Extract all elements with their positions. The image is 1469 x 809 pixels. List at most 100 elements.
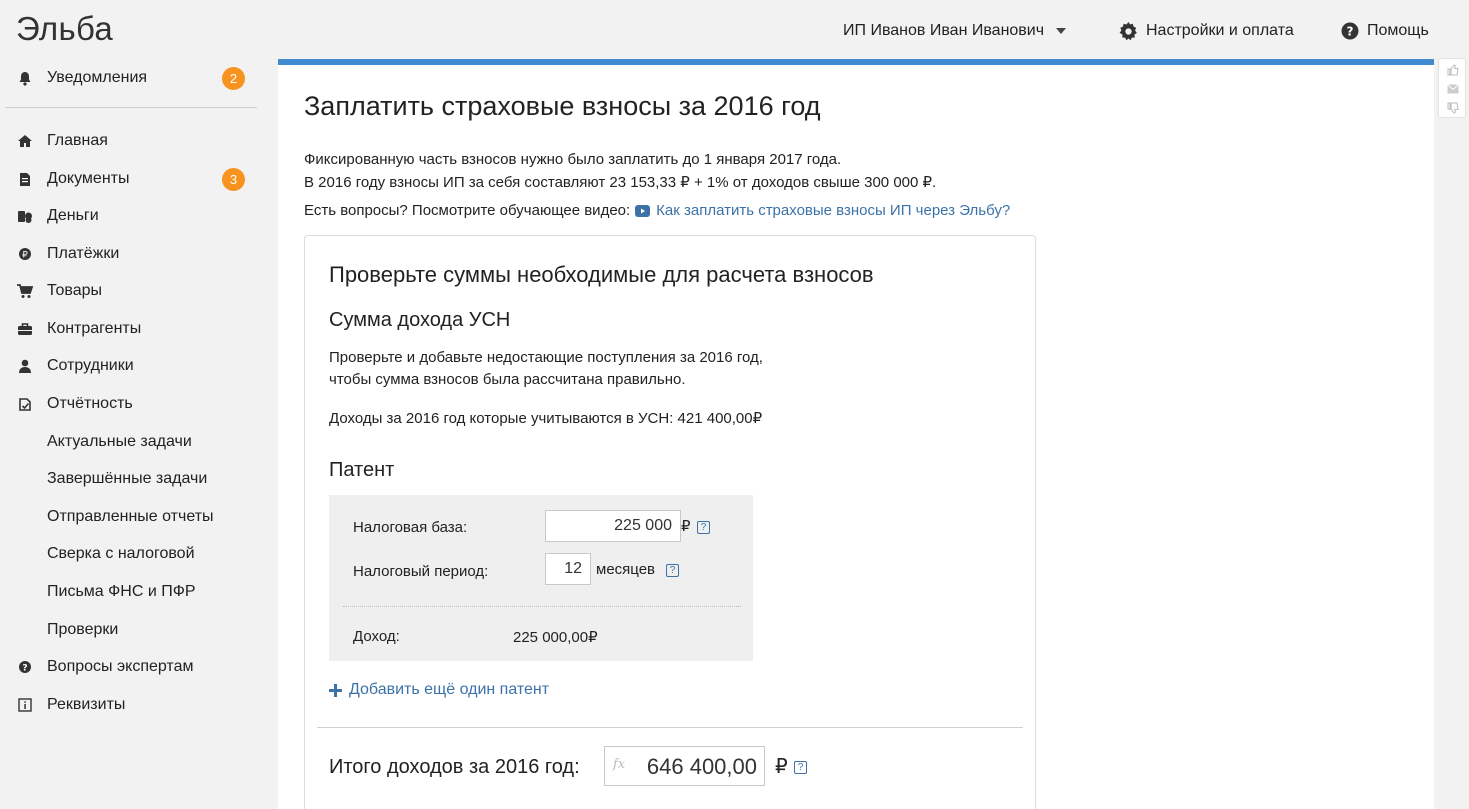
report-icon xyxy=(17,396,33,412)
sidebar-item-label: Письма ФНС и ПФР xyxy=(47,583,196,600)
sidebar-divider xyxy=(5,107,257,108)
total-income-field[interactable]: fx 646 400,00 xyxy=(604,746,765,786)
settings-button[interactable]: Настройки и оплата xyxy=(1119,18,1294,44)
sidebar-subitem-inspections[interactable]: Проверки xyxy=(0,615,278,645)
months-label: месяцев xyxy=(596,561,656,578)
sidebar-item-label: Отчётность xyxy=(47,395,133,412)
sidebar-item-label: Главная xyxy=(47,132,108,149)
total-divider xyxy=(317,727,1023,728)
sidebar-subitem-current-tasks[interactable]: Актуальные задачи xyxy=(0,427,278,457)
sidebar-item-label: Вопросы экспертам xyxy=(47,658,194,675)
usn-section-title: Сумма дохода УСН xyxy=(329,309,511,331)
panel-title: Проверьте суммы необходимые для расчета … xyxy=(329,262,874,287)
sidebar-item-requisites[interactable]: Реквизиты xyxy=(0,690,278,720)
sidebar-item-label: Документы xyxy=(47,170,130,187)
sidebar-item-label: Актуальные задачи xyxy=(47,433,192,450)
patent-divider xyxy=(343,606,741,607)
video-link-text: Как заплатить страховые взносы ИП через … xyxy=(656,202,1011,219)
patent-section-title: Патент xyxy=(329,459,395,481)
info-icon xyxy=(17,697,33,713)
question-icon: ? xyxy=(17,659,33,675)
briefcase-icon xyxy=(17,321,33,337)
documents-badge: 3 xyxy=(222,167,245,191)
sidebar-item-reports[interactable]: Отчётность xyxy=(0,389,278,419)
payment-icon: ₽ xyxy=(17,246,33,262)
tax-period-label: Налоговый период: xyxy=(353,563,489,580)
chevron-down-icon xyxy=(1056,28,1067,34)
sidebar-item-goods[interactable]: Товары xyxy=(0,276,278,306)
sidebar-subitem-completed-tasks[interactable]: Завершённые задачи xyxy=(0,464,278,494)
add-patent-button[interactable]: Добавить ещё один патент xyxy=(329,681,549,699)
user-name: ИП Иванов Иван Иванович xyxy=(843,22,1045,39)
sidebar-item-label: Сверка с налоговой xyxy=(47,545,195,562)
plus-icon xyxy=(329,683,342,697)
add-patent-label: Добавить ещё один патент xyxy=(349,681,550,698)
sidebar-item-contractors[interactable]: Контрагенты xyxy=(0,314,278,344)
settings-label: Настройки и оплата xyxy=(1146,22,1294,39)
tax-base-currency: ₽ xyxy=(681,518,691,535)
main-content: Заплатить страховые взносы за 2016 год Ф… xyxy=(278,59,1434,809)
notification-badge: 2 xyxy=(222,66,245,90)
sidebar-item-money[interactable]: Деньги xyxy=(0,201,278,231)
sidebar-item-employees[interactable]: Сотрудники xyxy=(0,351,278,381)
money-icon xyxy=(17,208,33,224)
help-button[interactable]: ? Помощь xyxy=(1341,18,1429,44)
thumbs-up-icon[interactable] xyxy=(1446,64,1459,76)
help-label: Помощь xyxy=(1367,22,1429,39)
tax-base-input[interactable]: 225 000 xyxy=(545,510,681,542)
home-icon xyxy=(17,133,33,149)
svg-text:₽: ₽ xyxy=(22,251,28,261)
sidebar-item-label: Контрагенты xyxy=(47,320,142,337)
bell-icon xyxy=(17,70,33,86)
sidebar-item-notifications[interactable]: Уведомления 2 xyxy=(0,63,278,93)
person-icon xyxy=(17,358,33,374)
add-income-link[interactable]: Проверьте и добавьте недостающие поступл… xyxy=(329,349,763,366)
sidebar-item-label: Платёжки xyxy=(47,245,120,262)
svg-text:?: ? xyxy=(1347,25,1354,39)
total-help-icon[interactable]: ? xyxy=(794,761,807,774)
video-hint: Есть вопросы? Посмотрите обучающее видео… xyxy=(304,202,1010,219)
sidebar-subitem-tax-reconciliation[interactable]: Сверка с налоговой xyxy=(0,539,278,569)
help-icon: ? xyxy=(1341,22,1359,40)
formula-icon: fx xyxy=(613,757,626,772)
sidebar-item-label: Завершённые задачи xyxy=(47,470,208,487)
document-icon xyxy=(17,171,33,187)
sidebar-item-home[interactable]: Главная xyxy=(0,126,278,156)
sidebar-item-expert-questions[interactable]: ? Вопросы экспертам xyxy=(0,652,278,682)
intro-text-deadline: Фиксированную часть взносов нужно было з… xyxy=(304,151,842,168)
intro-text-amount: В 2016 году взносы ИП за себя составляют… xyxy=(304,174,937,191)
sidebar-item-label: Реквизиты xyxy=(47,696,126,713)
tax-base-help-icon[interactable]: ? xyxy=(697,521,710,534)
sidebar-item-label: Уведомления xyxy=(47,69,148,86)
video-prompt: Есть вопросы? Посмотрите обучающее видео… xyxy=(304,202,631,219)
play-icon xyxy=(635,204,651,217)
sidebar-item-documents[interactable]: Документы 3 xyxy=(0,164,278,194)
patent-income-label: Доход: xyxy=(353,628,400,645)
sidebar-subitem-sent-reports[interactable]: Отправленные отчеты xyxy=(0,502,278,532)
sidebar-item-label: Проверки xyxy=(47,621,119,638)
cart-icon xyxy=(17,283,33,299)
tax-period-help-icon[interactable]: ? xyxy=(666,564,679,577)
tax-period-input[interactable]: 12 xyxy=(545,553,591,585)
sidebar-item-label: Деньги xyxy=(47,207,99,224)
video-link[interactable]: Как заплатить страховые взносы ИП через … xyxy=(635,202,1010,219)
sidebar-item-label: Товары xyxy=(47,282,103,299)
mail-icon[interactable] xyxy=(1446,83,1459,95)
sidebar-item-label: Отправленные отчеты xyxy=(47,508,214,525)
total-income-label: Итого доходов за 2016 год: xyxy=(329,756,580,778)
gear-icon xyxy=(1119,21,1138,41)
total-currency: ₽ xyxy=(775,756,788,778)
app-logo[interactable]: Эльба xyxy=(16,10,113,48)
tax-base-label: Налоговая база: xyxy=(353,519,468,536)
sidebar-item-payments[interactable]: ₽ Платёжки xyxy=(0,239,278,269)
page-title: Заплатить страховые взносы за 2016 год xyxy=(304,91,821,121)
feedback-widget xyxy=(1438,58,1466,118)
sidebar-subitem-fns-pfr-letters[interactable]: Письма ФНС и ПФР xyxy=(0,577,278,607)
user-menu[interactable]: ИП Иванов Иван Иванович xyxy=(843,18,1067,44)
svg-text:?: ? xyxy=(22,664,27,674)
contribution-calculation-panel: Проверьте суммы необходимые для расчета … xyxy=(304,235,1036,809)
thumbs-down-icon[interactable] xyxy=(1446,102,1459,114)
patent-income-value: 225 000,00₽ xyxy=(513,629,598,646)
sidebar-item-label: Сотрудники xyxy=(47,357,134,374)
patent-box: Налоговая база: 225 000 ₽ ? Налоговый пе… xyxy=(329,495,753,661)
